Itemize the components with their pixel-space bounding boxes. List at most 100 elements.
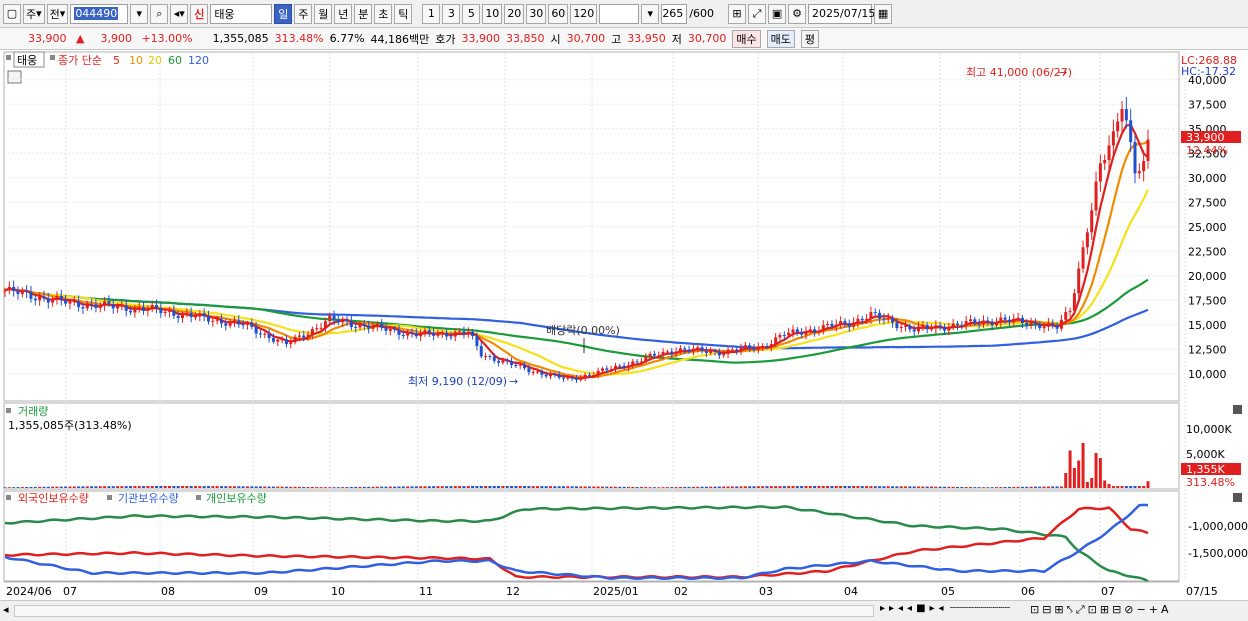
save-icon[interactable]: ▣ [768, 3, 787, 24]
candle-body [271, 338, 275, 342]
interval-120[interactable]: 120 [570, 3, 598, 24]
horizontal-scrollbar[interactable] [14, 605, 874, 617]
candle-body [302, 335, 306, 338]
gear-icon[interactable]: ⚙ [788, 3, 807, 24]
volume-bar [735, 486, 739, 488]
interval-1[interactable]: 1 [422, 3, 441, 24]
volume-bar [1020, 486, 1024, 488]
bottom-bar: ◂ ▸▸◂◂■▸◂ ┄┄┄┄┄┄┄┄┄┄ ⊡⊟⊞⤣⤢⊡⊞⊟⊘−+A [0, 600, 1248, 621]
volume-bar [155, 486, 159, 488]
window-icon[interactable]: ▢ [3, 3, 21, 24]
volume-bar [419, 486, 423, 488]
candle-body [839, 321, 843, 325]
calendar-icon[interactable]: ▦ [874, 3, 893, 24]
candle-body [68, 301, 72, 304]
count-input[interactable]: 265 [661, 3, 688, 24]
candle-body [618, 365, 622, 367]
volume-bar [999, 487, 1003, 488]
candle-body [1046, 323, 1050, 327]
candle-body [787, 332, 791, 336]
sell-button[interactable]: 매도 [766, 29, 795, 48]
volume-bar [462, 486, 466, 488]
period-month[interactable]: 월 [314, 3, 333, 24]
mode-select-2[interactable]: 전 ▾ [46, 3, 69, 24]
volume-bar [51, 486, 55, 488]
playback-controls-icon[interactable]: ▸▸◂◂■▸◂ [880, 603, 948, 614]
interval-3[interactable]: 3 [442, 3, 461, 24]
volume-bar [782, 486, 786, 488]
code-dropdown-icon[interactable]: ▾ [130, 3, 149, 24]
volume-bar [237, 486, 241, 488]
candle-body [12, 286, 16, 292]
interval-20[interactable]: 20 [504, 3, 525, 24]
mode-select-1[interactable]: 주 ▾ [23, 3, 45, 24]
period-day[interactable]: 일 [274, 3, 293, 24]
candle-body [860, 318, 864, 321]
candle-body [276, 339, 280, 342]
volume-bar [817, 486, 821, 488]
candle-body [657, 355, 661, 357]
volume-bar [349, 487, 353, 488]
volume-ratio: 313.48% [274, 32, 324, 45]
scroll-left-icon[interactable]: ◂ [3, 603, 9, 616]
candle-body [401, 334, 405, 336]
candle-body [713, 350, 717, 352]
volume-bar [743, 486, 747, 488]
volume-bar [202, 486, 206, 488]
volume-bar [388, 486, 392, 488]
volume-bar [336, 487, 340, 488]
candle-body [81, 307, 85, 309]
interval-dropdown-icon[interactable]: ▾ [641, 3, 660, 24]
candle-body [25, 290, 29, 292]
volume-bar [761, 486, 765, 488]
interval-10[interactable]: 10 [482, 3, 503, 24]
speaker-icon[interactable]: ◂▾ [170, 3, 189, 24]
volume-bar [808, 486, 812, 488]
interval-5[interactable]: 5 [462, 3, 481, 24]
market-badge: 신 [190, 3, 209, 24]
volume-bar [1038, 486, 1042, 488]
candle-body [51, 299, 55, 303]
volume-close-icon[interactable] [1233, 405, 1242, 414]
volume-bar [631, 486, 635, 488]
interval-custom-input[interactable] [599, 3, 640, 24]
holdings-close-icon[interactable] [1233, 493, 1242, 502]
interval-60[interactable]: 60 [548, 3, 569, 24]
view-tools-icon[interactable]: ⊡⊟⊞⤣⤢⊡⊞⊟⊘−+A [1030, 603, 1171, 617]
period-year[interactable]: 년 [334, 3, 353, 24]
table-icon[interactable] [7, 70, 22, 84]
volume-bar [1016, 486, 1020, 488]
candle-body [336, 319, 340, 323]
volume-bar [709, 486, 713, 488]
candle-body [683, 348, 687, 350]
date-input[interactable]: 2025/07/15 [808, 3, 875, 24]
eval-button[interactable]: 평 [800, 29, 820, 48]
period-second[interactable]: 초 [374, 3, 393, 24]
stock-name-field[interactable]: 태웅 [210, 3, 273, 24]
interval-30[interactable]: 30 [526, 3, 547, 24]
chart-tool-icon[interactable]: ⊞ [728, 3, 747, 24]
volume-bar [1098, 458, 1102, 488]
search-icon[interactable]: ⌕ [150, 3, 169, 24]
volume-bar [284, 486, 288, 488]
candle-body [544, 374, 548, 377]
volume-bar [869, 486, 873, 488]
period-week[interactable]: 주 [294, 3, 313, 24]
volume-bar [3, 487, 7, 488]
buy-button[interactable]: 매수 [732, 29, 761, 48]
volume-bar [46, 486, 50, 488]
volume-bar [16, 487, 20, 488]
volume-bar [367, 486, 371, 488]
volume-bar [319, 487, 323, 488]
candle-body [917, 326, 921, 332]
draw-tool-icon[interactable]: ⤢ [748, 3, 767, 24]
stock-code-input[interactable]: 044490 [70, 3, 129, 24]
volume-bar [176, 486, 180, 488]
candle-body [566, 377, 570, 379]
candle-body [440, 332, 444, 334]
period-minute[interactable]: 분 [354, 3, 373, 24]
zoom-slider-icon[interactable]: ┄┄┄┄┄┄┄┄┄┄ [950, 603, 1010, 614]
period-tick[interactable]: 틱 [394, 3, 413, 24]
candle-body [869, 312, 873, 319]
chart-area[interactable]: 태웅 종가 단순 5 10 20 60 120 LC:268.88 HC:-17… [0, 51, 1248, 600]
